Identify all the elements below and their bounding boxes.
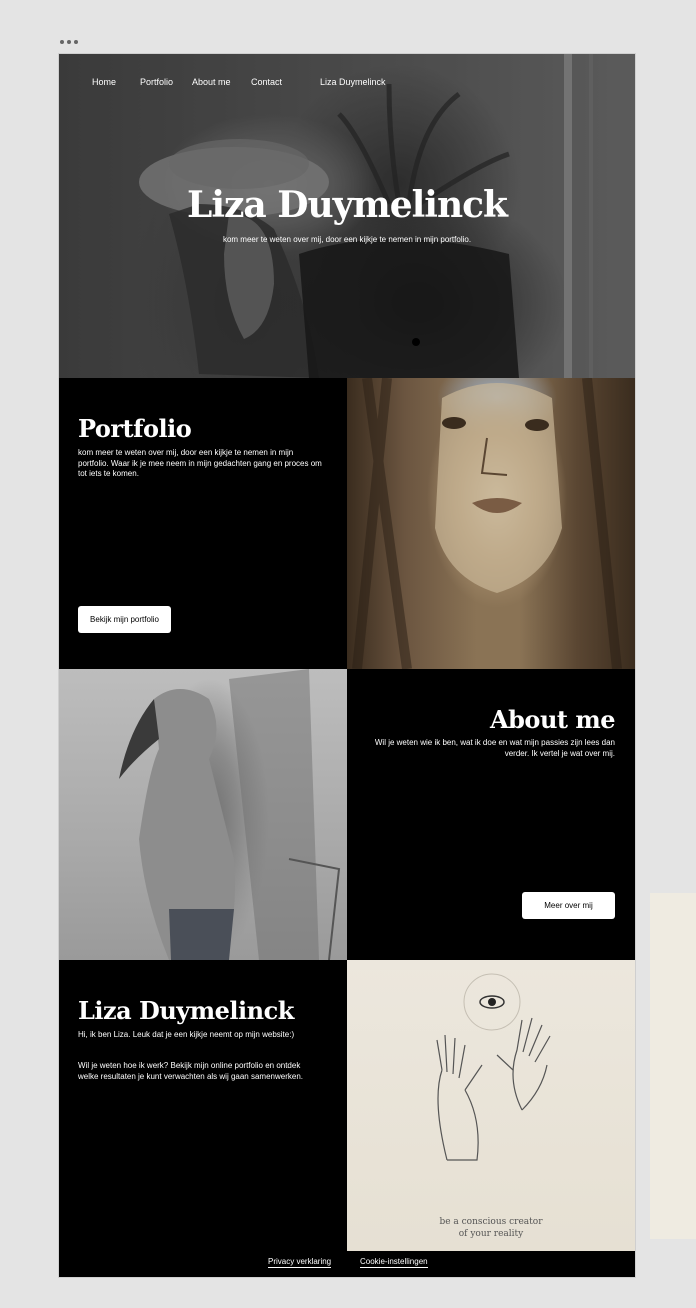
site-footer: Privacy verklaring Cookie-instellingen xyxy=(59,1251,635,1277)
hero-subtitle: kom meer te weten over mij, door een kij… xyxy=(222,235,472,244)
intro-text-work: Wil je weten hoe ik werk? Bekijk mijn on… xyxy=(78,1061,304,1081)
intro-section: Liza Duymelinck Hi, ik ben Liza. Leuk da… xyxy=(59,960,347,1251)
hands-and-eye-drawing-illustration xyxy=(436,973,551,1161)
portfolio-section: Portfolio kom meer te weten over mij, do… xyxy=(59,378,347,669)
portfolio-title: Portfolio xyxy=(78,414,192,443)
woman-against-wall-illustration xyxy=(119,669,341,960)
top-navigation: Home Portfolio About me Contact Liza Duy… xyxy=(59,77,635,91)
nav-portfolio-link[interactable]: Portfolio xyxy=(140,77,173,87)
nav-about-link[interactable]: About me xyxy=(192,77,231,87)
portfolio-text: kom meer te weten over mij, door een kij… xyxy=(78,448,322,478)
painted-face-illustration xyxy=(352,378,622,669)
nav-brand-link[interactable]: Liza Duymelinck xyxy=(320,77,386,87)
intro-text-greeting: Hi, ik ben Liza. Leuk dat je een kijkje … xyxy=(78,1030,295,1039)
privacy-statement-link[interactable]: Privacy verklaring xyxy=(268,1257,332,1268)
about-photo-image xyxy=(59,669,347,960)
portfolio-painting-image xyxy=(347,378,635,669)
side-panel-preview xyxy=(650,893,696,1239)
artwork-caption: be a conscious creator of your reality xyxy=(347,1216,635,1240)
cookie-settings-link[interactable]: Cookie-instellingen xyxy=(360,1257,428,1268)
website-page: Home Portfolio About me Contact Liza Duy… xyxy=(58,53,636,1278)
artwork-caption-line2: of your reality xyxy=(458,1229,524,1239)
about-title: About me xyxy=(490,705,615,734)
about-section: About me Wil je weten wie ik ben, wat ik… xyxy=(347,669,635,960)
window-menu-dots-icon[interactable] xyxy=(60,40,78,44)
artwork-drawing-image: be a conscious creator of your reality xyxy=(347,960,635,1251)
more-about-me-button[interactable]: Meer over mij xyxy=(522,892,615,919)
hero-title: Liza Duymelinck xyxy=(187,184,508,226)
artwork-caption-line1: be a conscious creator xyxy=(439,1217,543,1227)
hero-section: Home Portfolio About me Contact Liza Duy… xyxy=(59,54,635,378)
nav-contact-link[interactable]: Contact xyxy=(251,77,282,87)
intro-title: Liza Duymelinck xyxy=(78,996,294,1025)
view-portfolio-button[interactable]: Bekijk mijn portfolio xyxy=(78,606,171,633)
about-text: Wil je weten wie ik ben, wat ik doe en w… xyxy=(374,738,615,758)
nav-home-link[interactable]: Home xyxy=(92,77,116,87)
